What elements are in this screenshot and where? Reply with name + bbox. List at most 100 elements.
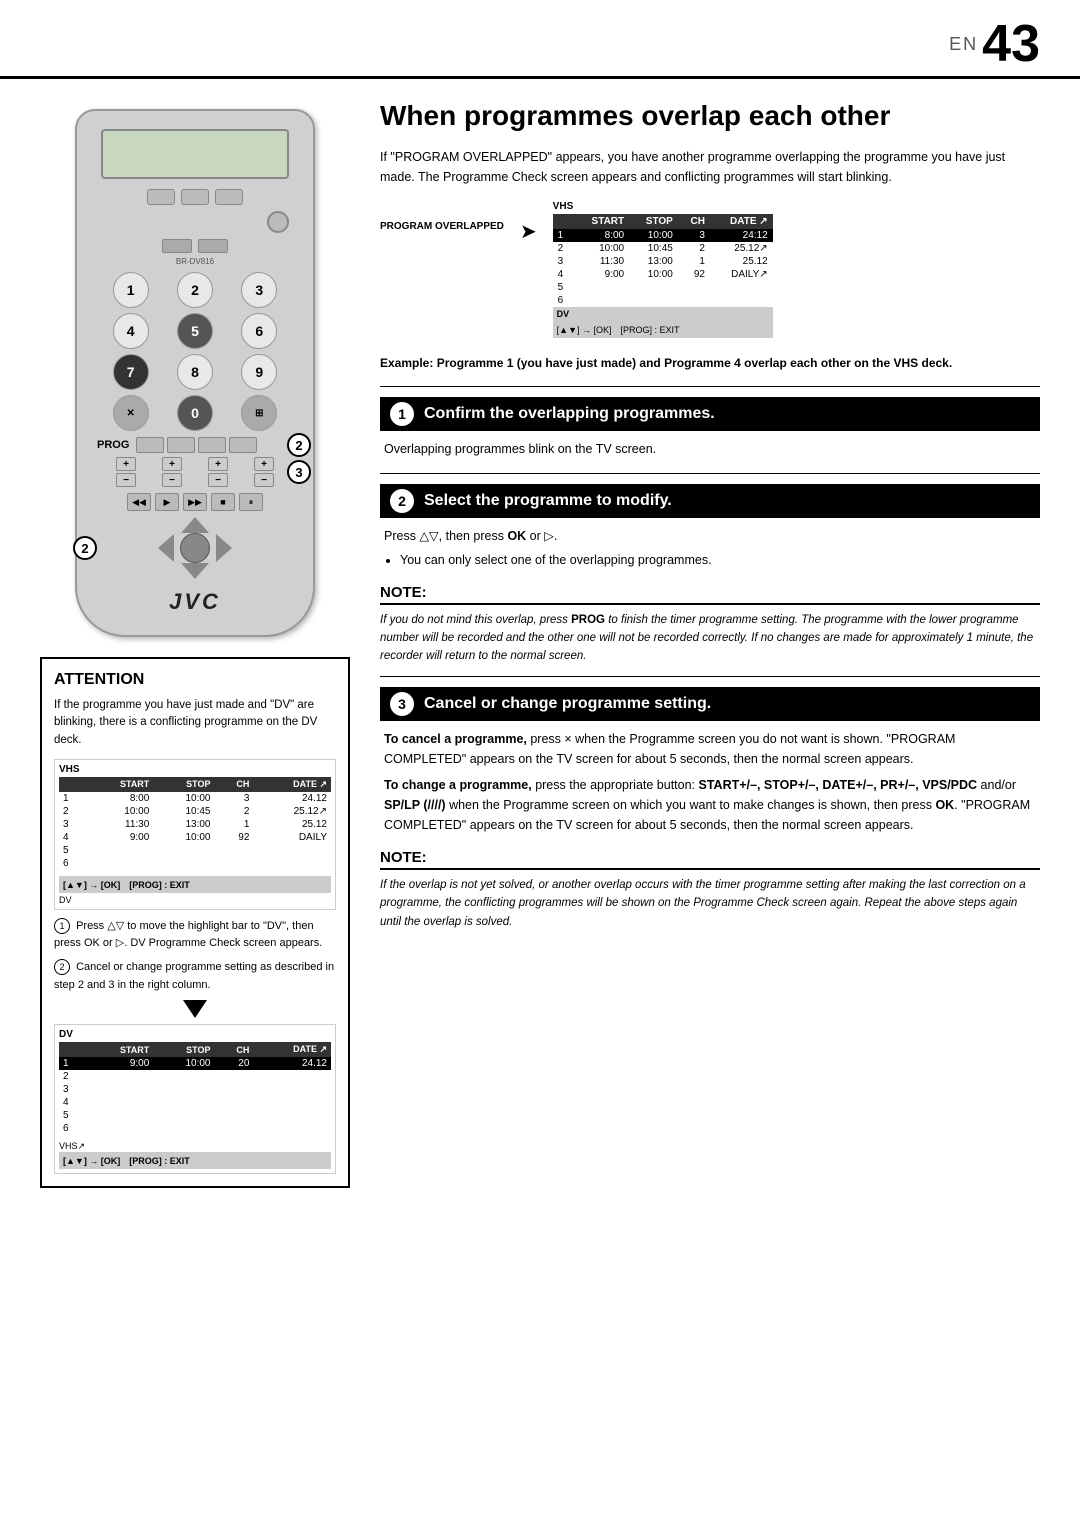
left-column: BR-DV816 1 2 3 4 5 6 7 8 9 ✕ 0 ⊞ xyxy=(40,99,350,1188)
prog-buttons xyxy=(136,437,293,453)
note-1-text: If you do not mind this overlap, press P… xyxy=(380,611,1040,666)
plus-btn[interactable]: + xyxy=(116,457,136,471)
nav-up-btn[interactable] xyxy=(181,517,209,533)
num-6[interactable]: 6 xyxy=(241,313,277,349)
th-date: DATE ↗ xyxy=(710,214,773,229)
prog-label: PROG xyxy=(97,439,132,451)
remote-top-btn[interactable] xyxy=(181,189,209,205)
table-row: 4 9:00 10:00 92 DAILY xyxy=(59,831,331,844)
prog-btn[interactable] xyxy=(136,437,164,453)
minus-btn[interactable]: − xyxy=(208,473,228,487)
vhs-dv-label: DV xyxy=(553,307,773,321)
num-7[interactable]: 7 xyxy=(113,354,149,390)
step-3-change: To change a programme, press the appropr… xyxy=(384,775,1036,835)
prog-btn[interactable] xyxy=(198,437,226,453)
table-row: 2 xyxy=(59,1070,331,1083)
attention-intro: If the programme you have just made and … xyxy=(54,697,336,749)
minus-btn[interactable]: − xyxy=(162,473,182,487)
prog-overlap-label: PROGRAM OVERLAPPED xyxy=(380,221,504,232)
table-row: 6 xyxy=(59,1122,331,1135)
pause-btn[interactable]: ⏸ xyxy=(239,493,263,511)
transport-controls: ◀◀ ▶ ▶▶ ■ ⏸ xyxy=(91,493,299,511)
th-start: START xyxy=(573,214,629,229)
special-btn[interactable]: ⊞ xyxy=(241,395,277,431)
remote-top-btn[interactable] xyxy=(147,189,175,205)
en-label: EN xyxy=(949,34,978,55)
minus-btn[interactable]: − xyxy=(254,473,274,487)
remote-container: BR-DV816 1 2 3 4 5 6 7 8 9 ✕ 0 ⊞ xyxy=(40,109,350,637)
vhs-screen-table: START STOP CH DATE ↗ 1 8:00 10:00 3 24:1… xyxy=(553,214,773,307)
vhs-row-4: 4 9:00 10:00 92 DAILY↗ xyxy=(553,268,773,281)
ffwd-btn[interactable]: ▶▶ xyxy=(183,493,207,511)
attention-title: ATTENTION xyxy=(54,671,336,689)
prog-row: PROG 2 xyxy=(97,437,293,453)
num-2[interactable]: 2 xyxy=(177,272,213,308)
num-4[interactable]: 4 xyxy=(113,313,149,349)
note-1-title: NOTE: xyxy=(380,584,1040,605)
attention-vhs-screen: VHS START STOP CH DATE ↗ 1 8:00 10:00 3 xyxy=(54,759,336,910)
vhs-label: VHS xyxy=(59,764,331,775)
step-2-left-badge: 2 xyxy=(73,536,97,560)
prog-btn[interactable] xyxy=(167,437,195,453)
plus-btn[interactable]: + xyxy=(254,457,274,471)
minus-btn[interactable]: − xyxy=(116,473,136,487)
step-1-body: Overlapping programmes blink on the TV s… xyxy=(380,439,1040,459)
table-row: 4 xyxy=(59,1096,331,1109)
step-2-line-1: Press △▽, then press OK or ▷. xyxy=(384,526,1036,546)
remote-mode-btn[interactable] xyxy=(198,239,228,253)
cancel-btn[interactable]: ✕ xyxy=(113,395,149,431)
step1-text: 1 Press △▽ to move the highlight bar to … xyxy=(54,918,336,953)
vhs-row-5: 5 xyxy=(553,281,773,294)
step-2-badge: 2 xyxy=(287,433,311,457)
table-row: 6 xyxy=(59,857,331,870)
plus-group: + − xyxy=(116,457,136,487)
step-3-title: Cancel or change programme setting. xyxy=(424,695,711,713)
plus-group: + − xyxy=(254,457,274,487)
table-row: 1 8:00 10:00 3 24.12 xyxy=(59,792,331,805)
dv-screen-wrapper: DV START STOP CH DATE ↗ 1 9:00 10:00 20 xyxy=(54,1024,336,1174)
plus-group: + − xyxy=(208,457,228,487)
nav-middle xyxy=(158,533,232,563)
vhs-row-6: 6 xyxy=(553,294,773,307)
th-ch: CH xyxy=(678,214,710,229)
nav-right-btn[interactable] xyxy=(216,534,232,562)
remote-top-btn[interactable] xyxy=(215,189,243,205)
step-2-header: 2 Select the programme to modify. xyxy=(380,484,1040,518)
num-0[interactable]: 0 xyxy=(177,395,213,431)
step-3-number: 3 xyxy=(390,692,414,716)
remote-numpad: 1 2 3 4 5 6 7 8 9 ✕ 0 ⊞ xyxy=(101,272,289,431)
play-btn[interactable]: ▶ xyxy=(155,493,179,511)
table-row: 3 xyxy=(59,1083,331,1096)
num-8[interactable]: 8 xyxy=(177,354,213,390)
stop-btn[interactable]: ■ xyxy=(211,493,235,511)
vhs-table: START STOP CH DATE ↗ 1 8:00 10:00 3 24.1… xyxy=(59,777,331,870)
nav-left-btn[interactable] xyxy=(158,534,174,562)
vhs-screen-container: PROGRAM OVERLAPPED ➤ VHS START STOP CH D… xyxy=(380,201,1040,338)
th-num xyxy=(553,214,573,229)
step-1-section: 1 Confirm the overlapping programmes. Ov… xyxy=(380,397,1040,459)
step-3-badge: 3 xyxy=(287,460,311,484)
plus-btn[interactable]: + xyxy=(208,457,228,471)
nav-down-btn[interactable] xyxy=(181,563,209,579)
plus-group: + − xyxy=(162,457,182,487)
down-arrow-container xyxy=(54,1000,336,1018)
note-2-text: If the overlap is not yet solved, or ano… xyxy=(380,876,1040,931)
table-row-highlight: 1 9:00 10:00 20 24.12 xyxy=(59,1057,331,1070)
num-5[interactable]: 5 xyxy=(177,313,213,349)
num-1[interactable]: 1 xyxy=(113,272,149,308)
down-arrow-icon xyxy=(183,1000,207,1018)
num-9[interactable]: 9 xyxy=(241,354,277,390)
prog-btn[interactable] xyxy=(229,437,257,453)
table-row: 5 xyxy=(59,1109,331,1122)
power-button[interactable] xyxy=(267,211,289,233)
nav-ok-btn[interactable] xyxy=(180,533,210,563)
plus-btn[interactable]: + xyxy=(162,457,182,471)
num-3[interactable]: 3 xyxy=(241,272,277,308)
main-layout: BR-DV816 1 2 3 4 5 6 7 8 9 ✕ 0 ⊞ xyxy=(0,79,1080,1208)
rewind-btn[interactable]: ◀◀ xyxy=(127,493,151,511)
remote-mode-btn[interactable] xyxy=(162,239,192,253)
divider-1 xyxy=(380,386,1040,387)
circle-2: 2 xyxy=(54,959,70,975)
vhs-table-wrapper: VHS START STOP CH DATE ↗ 1 8:00 10:00 3 xyxy=(553,201,773,338)
dv-label: DV xyxy=(59,895,331,905)
